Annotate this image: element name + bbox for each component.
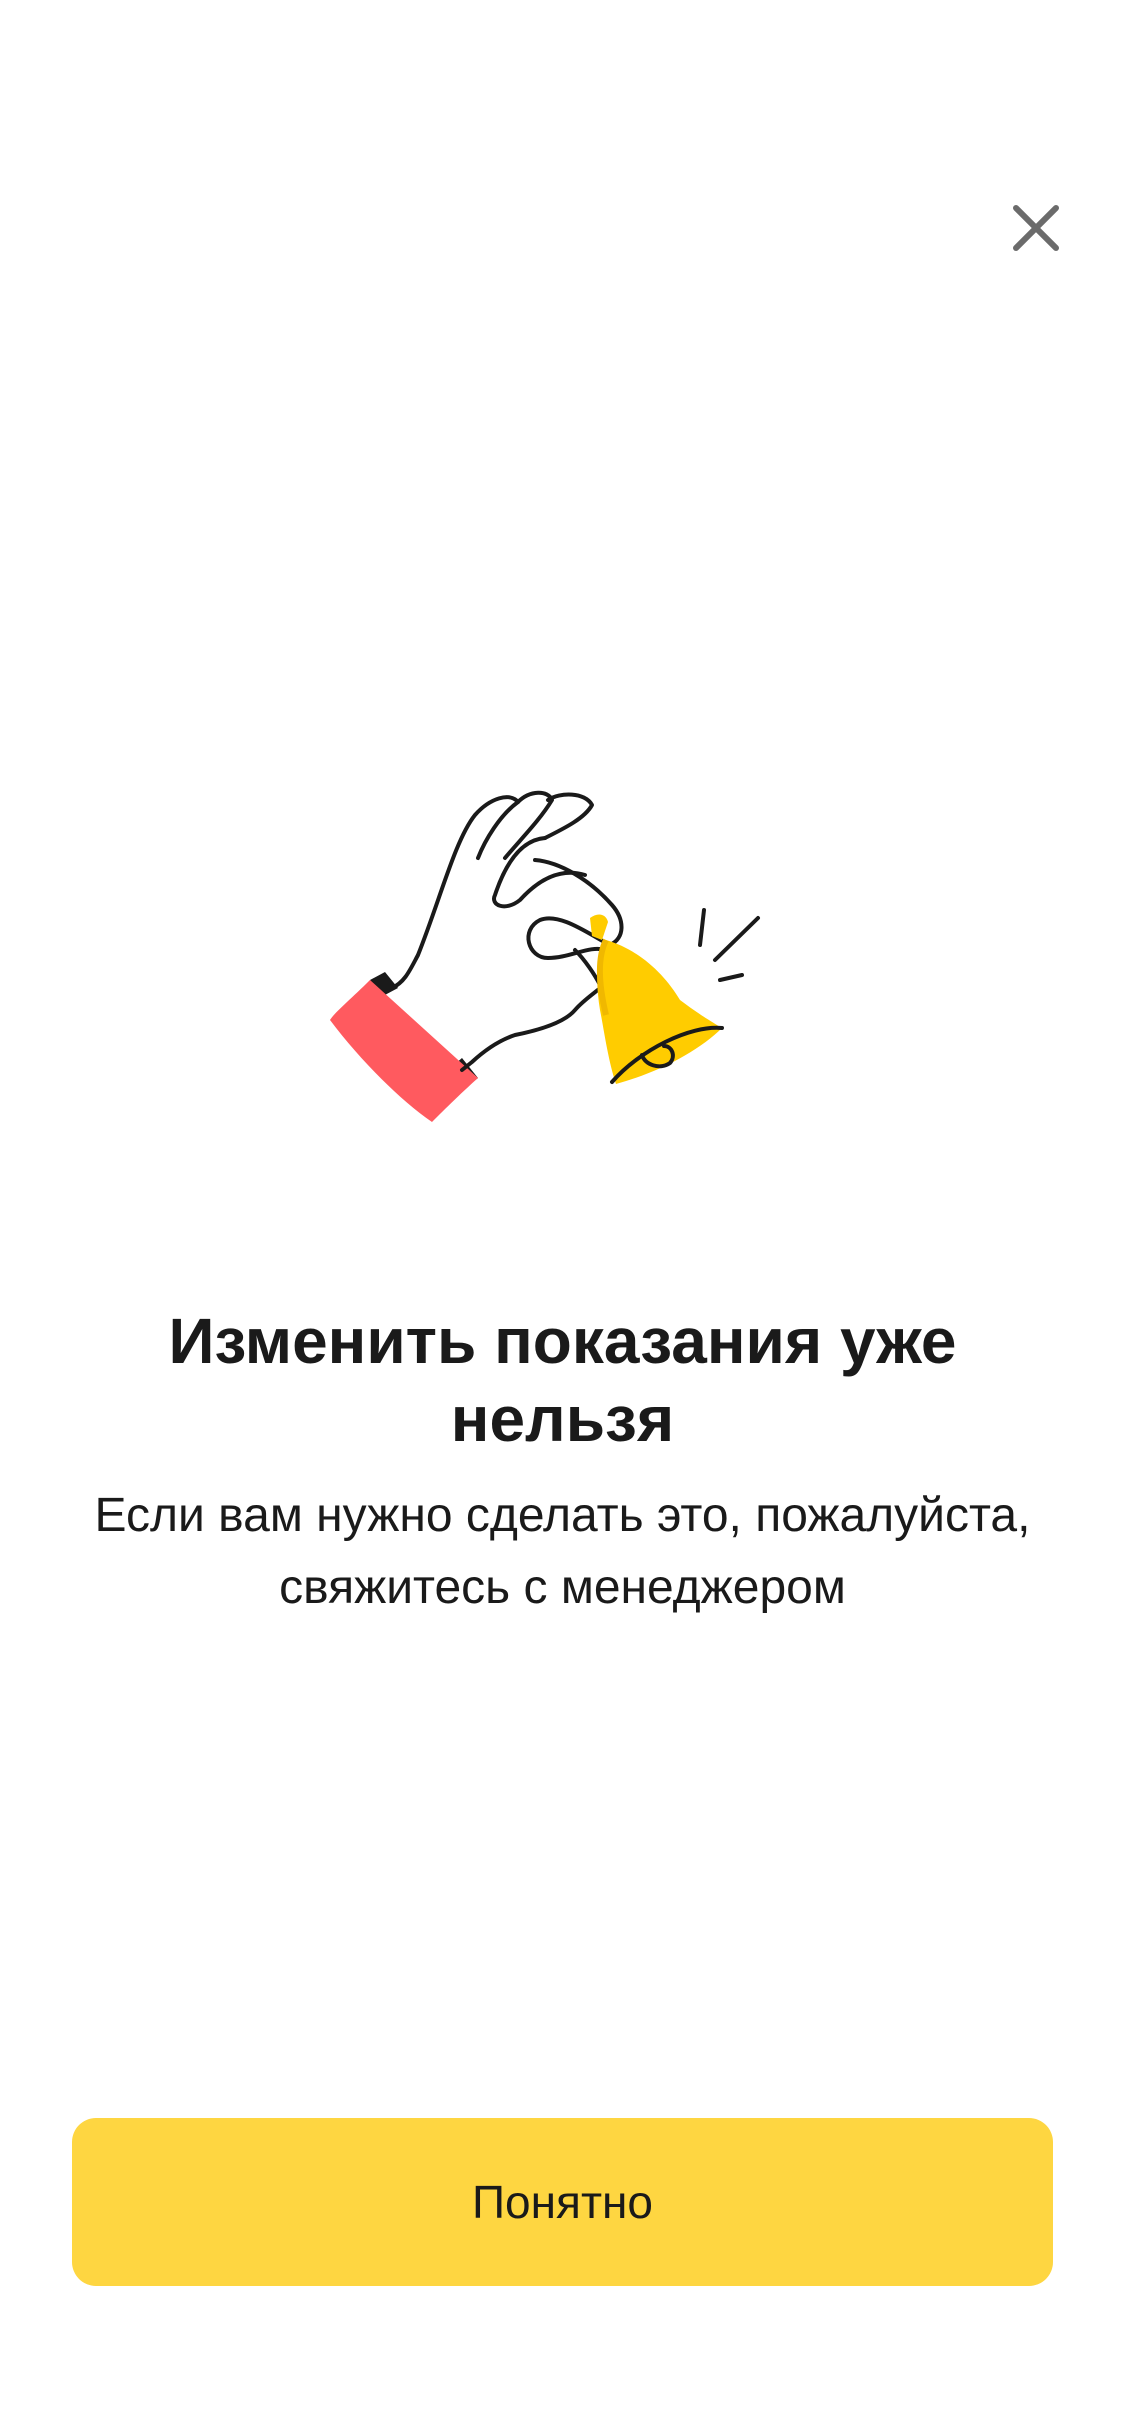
bell [597,940,722,1084]
sleeve-cuff [330,980,478,1122]
screen: Изменить показания уже нельзя Если вам н… [0,0,1125,2436]
confirm-button[interactable]: Понятно [72,2118,1053,2286]
dialog-title: Изменить показания уже нельзя [168,1305,957,1455]
close-icon [1013,205,1059,251]
dialog-message: Если вам нужно сделать это, пожалуйста, … [94,1489,1031,1614]
close-button[interactable] [1004,196,1068,260]
hand-ringing-bell-illustration [318,780,774,1140]
